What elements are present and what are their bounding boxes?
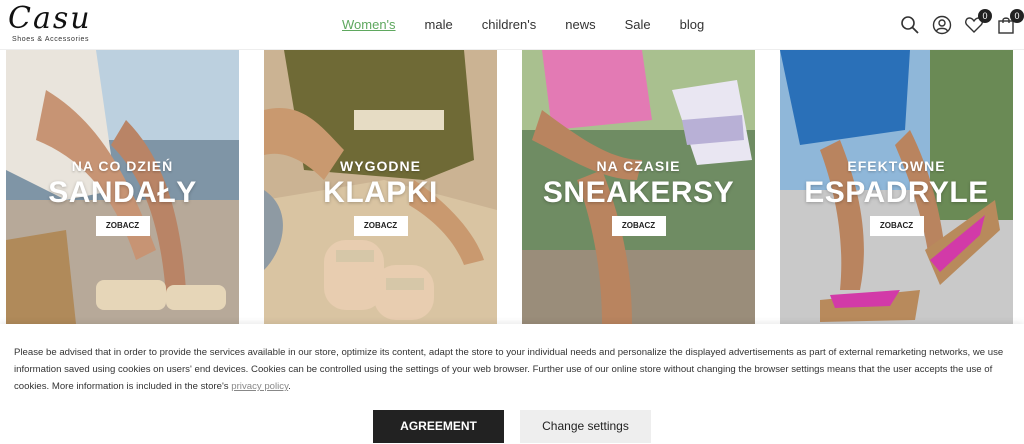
- tile-slides[interactable]: WYGODNE KLAPKI ZOBACZ: [264, 50, 497, 324]
- cookie-message: Please be advised that in order to provi…: [14, 344, 1014, 395]
- brand-logo[interactable]: Casu Shoes & Accessories: [8, 4, 108, 48]
- cart-button[interactable]: 0: [996, 9, 1024, 35]
- nav-item-womens[interactable]: Women's: [342, 16, 396, 34]
- search-icon[interactable]: [900, 15, 920, 35]
- site-header: Casu Shoes & Accessories Women's male ch…: [0, 0, 1024, 50]
- nav-item-sale[interactable]: Sale: [625, 16, 651, 34]
- tile-kicker: NA CZASIE: [596, 158, 681, 174]
- user-icon[interactable]: [932, 15, 952, 35]
- tile-cta-button[interactable]: ZOBACZ: [611, 216, 666, 236]
- tile-sandals-overlay: NA CO DZIEŃ SANDAŁY ZOBACZ: [6, 158, 239, 236]
- tile-kicker: EFEKTOWNE: [847, 158, 946, 174]
- tile-headline: SANDAŁY: [48, 176, 197, 209]
- cookie-text-end: .: [288, 381, 291, 392]
- wishlist-count-badge: 0: [978, 9, 992, 23]
- logo-tagline: Shoes & Accessories: [12, 36, 90, 43]
- tile-headline: ESPADRYLE: [804, 176, 989, 209]
- tile-espadrilles-overlay: EFEKTOWNE ESPADRYLE ZOBACZ: [780, 158, 1013, 236]
- tile-cta-button[interactable]: ZOBACZ: [353, 216, 408, 236]
- privacy-policy-link[interactable]: privacy policy: [231, 381, 288, 392]
- wishlist-button[interactable]: 0: [964, 9, 992, 35]
- tile-kicker: NA CO DZIEŃ: [71, 158, 174, 174]
- cart-count-badge: 0: [1010, 9, 1024, 23]
- agreement-button[interactable]: AGREEMENT: [373, 410, 504, 443]
- cookie-banner: Please be advised that in order to provi…: [0, 324, 1024, 444]
- cookie-text: Please be advised that in order to provi…: [14, 347, 1004, 392]
- header-icons: 0 0: [900, 9, 1024, 40]
- category-tiles: NA CO DZIEŃ SANDAŁY ZOBACZ WYGODNE KLAPK…: [6, 50, 1018, 324]
- tile-cta-button[interactable]: ZOBACZ: [95, 216, 150, 236]
- logo-wordmark: Casu: [8, 1, 92, 36]
- tile-cta-button[interactable]: ZOBACZ: [869, 216, 924, 236]
- nav-item-blog[interactable]: blog: [680, 16, 705, 34]
- tile-sandals[interactable]: NA CO DZIEŃ SANDAŁY ZOBACZ: [6, 50, 239, 324]
- tile-headline: KLAPKI: [323, 176, 438, 209]
- nav-item-news[interactable]: news: [565, 16, 595, 34]
- tile-sneakers-overlay: NA CZASIE SNEAKERSY ZOBACZ: [522, 158, 755, 236]
- nav-item-male[interactable]: male: [425, 16, 453, 34]
- tile-slides-overlay: WYGODNE KLAPKI ZOBACZ: [264, 158, 497, 236]
- tile-kicker: WYGODNE: [340, 158, 421, 174]
- tile-sneakers[interactable]: NA CZASIE SNEAKERSY ZOBACZ: [522, 50, 755, 324]
- nav-item-childrens[interactable]: children's: [482, 16, 537, 34]
- main-nav: Women's male children's news Sale blog: [342, 16, 733, 34]
- change-settings-button[interactable]: Change settings: [520, 410, 651, 443]
- tile-espadrilles[interactable]: EFEKTOWNE ESPADRYLE ZOBACZ: [780, 50, 1013, 324]
- tile-headline: SNEAKERSY: [542, 176, 735, 209]
